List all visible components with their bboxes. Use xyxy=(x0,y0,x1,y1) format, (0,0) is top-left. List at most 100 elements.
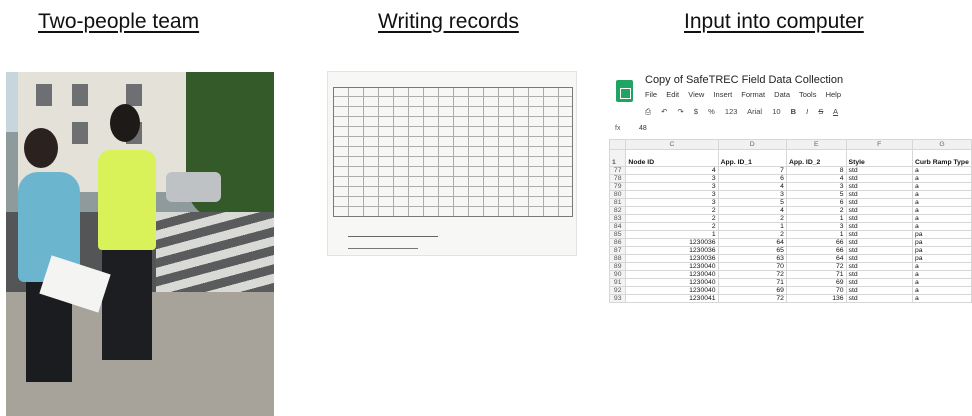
cell-curb-ramp-type[interactable]: a xyxy=(911,174,972,183)
header-node-id[interactable]: Node ID xyxy=(625,149,719,167)
cell-curb-ramp-type[interactable]: a xyxy=(911,286,972,295)
currency-button[interactable]: $ xyxy=(694,107,698,116)
cell-style[interactable]: std xyxy=(845,238,913,247)
header-app-id-1[interactable]: App. ID_1 xyxy=(717,149,787,167)
cell-app-id-2[interactable]: 2 xyxy=(785,206,847,215)
row-number[interactable]: 1 xyxy=(609,149,627,167)
row-number[interactable]: 77 xyxy=(609,166,627,175)
row-number[interactable]: 88 xyxy=(609,254,627,263)
cell-style[interactable]: std xyxy=(845,214,913,223)
column-letter[interactable]: D xyxy=(717,139,787,150)
cell-curb-ramp-type[interactable]: a xyxy=(911,198,972,207)
row-number[interactable]: 84 xyxy=(609,222,627,231)
cell-curb-ramp-type[interactable]: a xyxy=(911,278,972,287)
cell-style[interactable]: std xyxy=(845,230,913,239)
cell-app-id-2[interactable]: 70 xyxy=(785,286,847,295)
column-letter[interactable]: G xyxy=(911,139,972,150)
cell-node-id[interactable]: 1230040 xyxy=(625,262,719,271)
cell-node-id[interactable]: 1230040 xyxy=(625,278,719,287)
cell-app-id-2[interactable]: 4 xyxy=(785,174,847,183)
strikethrough-button[interactable]: S xyxy=(818,107,823,116)
row-number[interactable]: 85 xyxy=(609,230,627,239)
cell-style[interactable]: std xyxy=(845,262,913,271)
formula-bar-value[interactable]: 48 xyxy=(639,125,647,132)
cell-style[interactable]: std xyxy=(845,246,913,255)
menu-edit[interactable]: Edit xyxy=(666,90,679,99)
undo-icon[interactable]: ↶ xyxy=(661,107,667,116)
menu-data[interactable]: Data xyxy=(774,90,790,99)
cell-app-id-2[interactable]: 1 xyxy=(785,214,847,223)
cell-style[interactable]: std xyxy=(845,278,913,287)
cell-node-id[interactable]: 2 xyxy=(625,206,719,215)
cell-curb-ramp-type[interactable]: pa xyxy=(911,246,972,255)
cell-curb-ramp-type[interactable]: a xyxy=(911,190,972,199)
bold-button[interactable]: B xyxy=(791,107,796,116)
cell-node-id[interactable]: 2 xyxy=(625,222,719,231)
cell-curb-ramp-type[interactable]: a xyxy=(911,166,972,175)
row-number[interactable]: 93 xyxy=(609,294,627,303)
menu-help[interactable]: Help xyxy=(826,90,841,99)
cell-node-id[interactable]: 1230036 xyxy=(625,246,719,255)
cell-curb-ramp-type[interactable]: a xyxy=(911,182,972,191)
cell-style[interactable]: std xyxy=(845,254,913,263)
cell-curb-ramp-type[interactable]: a xyxy=(911,206,972,215)
row-number[interactable]: 91 xyxy=(609,278,627,287)
cell-app-id-1[interactable]: 1 xyxy=(717,222,787,231)
redo-icon[interactable]: ↷ xyxy=(677,107,683,116)
cell-app-id-2[interactable]: 3 xyxy=(785,222,847,231)
cell-app-id-1[interactable]: 64 xyxy=(717,238,787,247)
cell-app-id-2[interactable]: 71 xyxy=(785,270,847,279)
cell-style[interactable]: std xyxy=(845,182,913,191)
cell-app-id-1[interactable]: 69 xyxy=(717,286,787,295)
cell-app-id-1[interactable]: 7 xyxy=(717,166,787,175)
percent-button[interactable]: % xyxy=(708,107,715,116)
cell-app-id-1[interactable]: 72 xyxy=(717,294,787,303)
cell-curb-ramp-type[interactable]: a xyxy=(911,270,972,279)
cell-node-id[interactable]: 1230040 xyxy=(625,270,719,279)
cell-app-id-1[interactable]: 71 xyxy=(717,278,787,287)
header-style[interactable]: Style xyxy=(845,149,913,167)
print-icon[interactable]: ⎙ xyxy=(645,107,651,116)
row-number[interactable]: 78 xyxy=(609,174,627,183)
cell-app-id-2[interactable]: 8 xyxy=(785,166,847,175)
cell-app-id-1[interactable]: 3 xyxy=(717,190,787,199)
cell-style[interactable]: std xyxy=(845,198,913,207)
row-number[interactable]: 82 xyxy=(609,206,627,215)
row-number[interactable]: 80 xyxy=(609,190,627,199)
row-number[interactable]: 81 xyxy=(609,198,627,207)
cell-style[interactable]: std xyxy=(845,270,913,279)
cell-node-id[interactable]: 1230036 xyxy=(625,254,719,263)
cell-node-id[interactable]: 1230036 xyxy=(625,238,719,247)
corner-cell[interactable] xyxy=(609,139,627,150)
cell-app-id-2[interactable]: 72 xyxy=(785,262,847,271)
cell-node-id[interactable]: 1230041 xyxy=(625,294,719,303)
cell-node-id[interactable]: 3 xyxy=(625,174,719,183)
cell-app-id-1[interactable]: 70 xyxy=(717,262,787,271)
cell-app-id-1[interactable]: 2 xyxy=(717,214,787,223)
cell-curb-ramp-type[interactable]: pa xyxy=(911,238,972,247)
row-number[interactable]: 83 xyxy=(609,214,627,223)
cell-app-id-2[interactable]: 64 xyxy=(785,254,847,263)
menu-tools[interactable]: Tools xyxy=(799,90,817,99)
cell-curb-ramp-type[interactable]: pa xyxy=(911,254,972,263)
menu-insert[interactable]: Insert xyxy=(713,90,732,99)
cell-style[interactable]: std xyxy=(845,166,913,175)
cell-curb-ramp-type[interactable]: a xyxy=(911,262,972,271)
cell-app-id-1[interactable]: 4 xyxy=(717,206,787,215)
column-letter[interactable]: C xyxy=(625,139,719,150)
cell-curb-ramp-type[interactable]: a xyxy=(911,222,972,231)
header-curb-ramp-type[interactable]: Curb Ramp Type xyxy=(911,149,972,167)
cell-app-id-2[interactable]: 3 xyxy=(785,182,847,191)
cell-style[interactable]: std xyxy=(845,174,913,183)
cell-curb-ramp-type[interactable]: a xyxy=(911,214,972,223)
cell-style[interactable]: std xyxy=(845,294,913,303)
row-number[interactable]: 90 xyxy=(609,270,627,279)
cell-curb-ramp-type[interactable]: pa xyxy=(911,230,972,239)
cell-style[interactable]: std xyxy=(845,286,913,295)
menu-file[interactable]: File xyxy=(645,90,657,99)
cell-app-id-2[interactable]: 69 xyxy=(785,278,847,287)
font-select[interactable]: Arial xyxy=(747,107,762,116)
cell-app-id-2[interactable]: 5 xyxy=(785,190,847,199)
row-number[interactable]: 89 xyxy=(609,262,627,271)
cell-node-id[interactable]: 4 xyxy=(625,166,719,175)
